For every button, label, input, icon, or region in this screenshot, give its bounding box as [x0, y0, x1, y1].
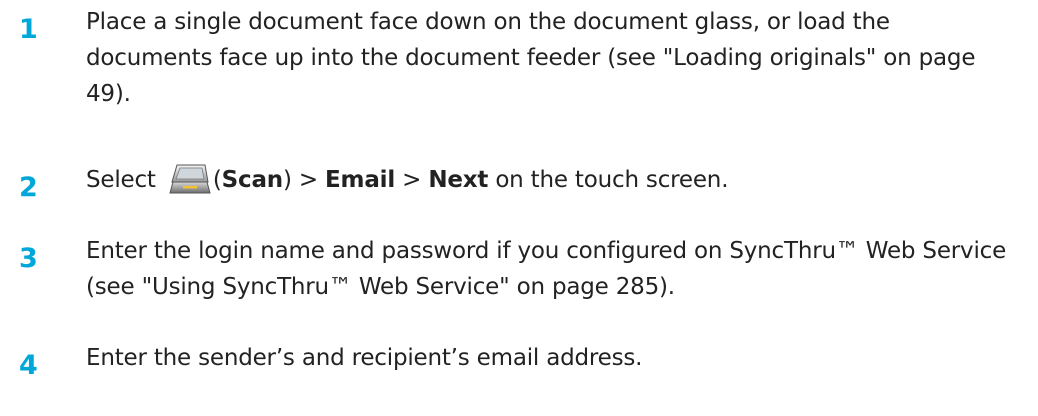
scan-label: Scan — [221, 167, 283, 193]
email-label: Email — [325, 167, 396, 193]
step-number: 1 — [19, 14, 38, 45]
step-number: 3 — [19, 243, 38, 274]
step-text: Select (Scan) > Email > Next on the touc… — [86, 162, 1016, 198]
open-paren: ( — [212, 167, 222, 193]
step-number: 2 — [19, 172, 38, 203]
step-text-after: on the touch screen. — [488, 167, 729, 193]
scanner-icon — [169, 162, 211, 196]
next-label: Next — [428, 167, 489, 193]
step-text: Enter the login name and password if you… — [86, 238, 1007, 300]
step-number: 4 — [19, 350, 38, 381]
separator-1: ) > — [282, 167, 326, 193]
step-text: Place a single document face down on the… — [86, 9, 976, 107]
step-text-select: Select — [86, 167, 156, 193]
separator-2: > — [395, 167, 429, 193]
step-text: Enter the sender’s and recipient’s email… — [86, 345, 643, 371]
